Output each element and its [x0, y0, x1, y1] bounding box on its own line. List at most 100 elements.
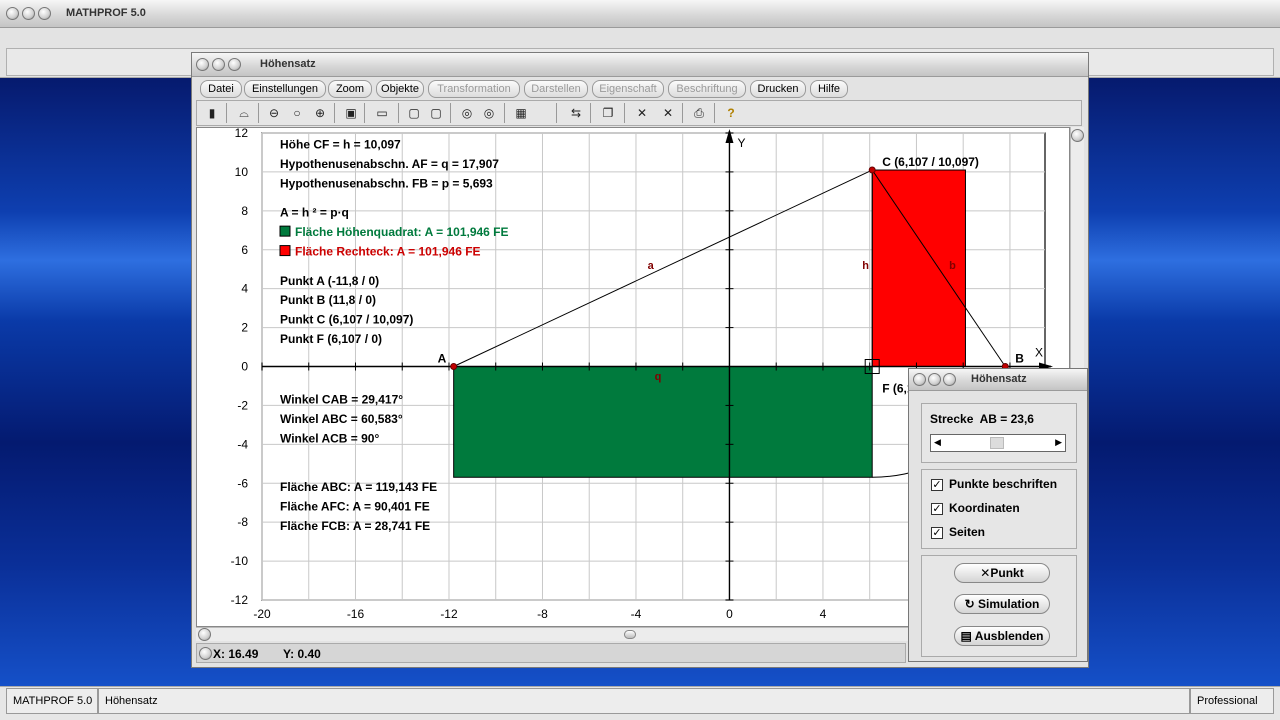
menu-item-hilfe[interactable]: Hilfe	[810, 80, 848, 98]
main-window-title: Höhensatz	[260, 58, 316, 70]
strecke-group: Strecke AB = 23,6 ◀ ▶	[921, 403, 1077, 463]
slider-left-arrow-icon[interactable]: ◀	[934, 437, 941, 448]
info-red_area: Fläche Rechteck: A = 101,946 FE	[295, 245, 481, 259]
scroll-thumb[interactable]	[624, 630, 636, 639]
checkbox-label-2: Koordinaten	[949, 501, 1020, 515]
calculator-icon[interactable]: ▮	[202, 103, 222, 123]
window-maximize-icon[interactable]	[228, 58, 241, 71]
menu-item-eigenschaft[interactable]: Eigenschaft	[592, 80, 664, 98]
slider-thumb[interactable]	[990, 437, 1005, 449]
transfer-icon[interactable]: ⇆	[566, 103, 586, 123]
info-wACB: Winkel ACB = 90°	[280, 431, 379, 445]
info-wABC: Winkel ABC = 60,583°	[280, 412, 403, 426]
zoom-out-icon[interactable]: ⊖	[264, 103, 284, 123]
copy-icon[interactable]: ❐	[598, 103, 618, 123]
table-icon[interactable]: ▦	[511, 103, 531, 123]
checkbox-label-3: Seiten	[949, 525, 986, 539]
toolbar-separator	[556, 103, 557, 123]
y-tick-label: 4	[241, 282, 248, 296]
window-minimize-icon[interactable]	[928, 373, 941, 386]
scroll-thumb-icon[interactable]	[1071, 129, 1084, 142]
toolbar-separator	[364, 103, 365, 123]
label-a: A	[438, 352, 447, 366]
y-tick-label: 8	[241, 204, 248, 218]
app-titlebar: MATHPROF 5.0	[0, 0, 1280, 28]
label-a: a	[648, 260, 655, 272]
glasses-icon[interactable]: ⌓	[234, 103, 254, 123]
info-pC: Punkt C (6,107 / 10,097)	[280, 313, 413, 327]
window-close-icon[interactable]	[196, 58, 209, 71]
strecke-label: Strecke AB = 23,6	[930, 412, 1034, 426]
info-q: Hypothenusenabschn. AF = q = 17,907	[280, 157, 499, 171]
cross-icon: ✕	[980, 566, 991, 580]
toolbar-separator	[714, 103, 715, 123]
toolbar-separator	[624, 103, 625, 123]
zoom-in-icon[interactable]: ⊕	[310, 103, 330, 123]
cross-icon[interactable]: ✕	[632, 103, 652, 123]
help-icon[interactable]: ?	[721, 103, 741, 123]
x-tick-label: -16	[347, 607, 365, 621]
y-tick-label: 10	[235, 165, 249, 179]
window-icon[interactable]: ▭	[372, 103, 392, 123]
info-pB: Punkt B (11,8 / 0)	[280, 293, 376, 307]
label-b: b	[949, 260, 956, 272]
window-maximize-icon[interactable]	[943, 373, 956, 386]
x-axis-label: X	[1035, 346, 1043, 360]
info-pA: Punkt A (-11,8 / 0)	[280, 274, 379, 288]
cross-icon[interactable]: ✕	[658, 103, 678, 123]
grid-icon[interactable]: ◎	[479, 103, 499, 123]
x-tick-label: -8	[537, 607, 548, 621]
strecke-slider[interactable]: ◀ ▶	[930, 434, 1066, 452]
checkbox-2[interactable]: ✓	[931, 503, 943, 515]
legend-swatch-red	[279, 245, 291, 257]
frame-icon[interactable]: ▢	[404, 103, 424, 123]
y-tick-label: -8	[237, 515, 248, 529]
x-tick-label: 4	[820, 607, 827, 621]
window-close-icon[interactable]	[913, 373, 926, 386]
menu-item-transformation[interactable]: Transformation	[428, 80, 520, 98]
window-close-icon[interactable]	[6, 7, 19, 20]
menu-item-beschriftung[interactable]: Beschriftung	[668, 80, 746, 98]
x-tick-label: -4	[631, 607, 642, 621]
punkt-button[interactable]: ✕Punkt	[954, 563, 1050, 583]
side-panel-title: Höhensatz	[971, 373, 1027, 385]
menu-item-datei[interactable]: Datei	[200, 80, 242, 98]
window-minimize-icon[interactable]	[22, 7, 35, 20]
window-maximize-icon[interactable]	[38, 7, 51, 20]
checkbox-label-1: Punkte beschriften	[949, 477, 1058, 491]
zoom-icon[interactable]: ○	[287, 103, 307, 123]
menu-item-objekte[interactable]: Objekte	[376, 80, 424, 98]
checkbox-1[interactable]: ✓	[931, 479, 943, 491]
info-hoehe: Höhe CF = h = 10,097	[280, 138, 401, 152]
info-green_area: Fläche Höhenquadrat: A = 101,946 FE	[295, 225, 509, 239]
toolbar-separator	[504, 103, 505, 123]
info-wCAB: Winkel CAB = 29,417°	[280, 392, 403, 406]
info-aABC: Fläche ABC: A = 119,143 FE	[280, 480, 437, 494]
ausblenden-button[interactable]: ▤ Ausblenden	[954, 626, 1050, 646]
x-tick-label: -12	[440, 607, 458, 621]
menu-item-zoom[interactable]: Zoom	[328, 80, 372, 98]
grid-icon[interactable]: ◎	[457, 103, 477, 123]
point-c-marker	[868, 166, 876, 174]
status-doc: Höhensatz	[98, 688, 1190, 714]
toolbar-separator	[258, 103, 259, 123]
menu-item-darstellen[interactable]: Darstellen	[524, 80, 588, 98]
window-minimize-icon[interactable]	[212, 58, 225, 71]
y-tick-label: -10	[231, 554, 249, 568]
slider-right-arrow-icon[interactable]: ▶	[1055, 437, 1062, 448]
menu-item-drucken[interactable]: Drucken	[750, 80, 806, 98]
settings-icon[interactable]: ▣	[341, 103, 361, 123]
scroll-left-icon[interactable]	[198, 628, 211, 641]
side-panel-window: Höhensatz Strecke AB = 23,6 ◀ ▶ ✕Punkt ↻…	[908, 368, 1088, 662]
label-q: q	[655, 371, 662, 383]
frame-icon[interactable]: ▢	[426, 103, 446, 123]
simulation-button[interactable]: ↻ Simulation	[954, 594, 1050, 614]
menu-item-einstellungen[interactable]: Einstellungen	[244, 80, 326, 98]
toolbar-separator	[682, 103, 683, 123]
printer-icon[interactable]: ⎙	[689, 103, 709, 123]
checkbox-3[interactable]: ✓	[931, 527, 943, 539]
legend-swatch-green	[279, 225, 291, 237]
y-tick-label: -4	[237, 437, 248, 451]
info-pF: Punkt F (6,107 / 0)	[280, 332, 382, 346]
toolbar-separator	[450, 103, 451, 123]
